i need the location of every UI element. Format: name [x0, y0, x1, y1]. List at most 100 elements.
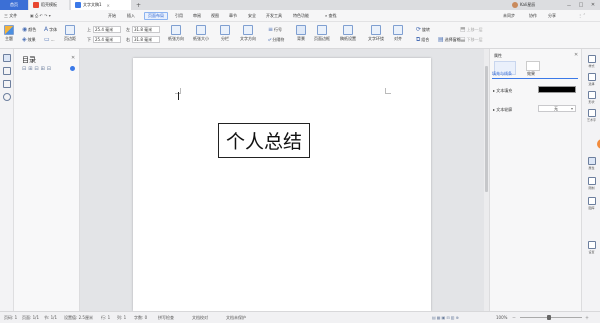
toc-tools[interactable]: ⊟⊞⊟⊞⊟	[22, 66, 53, 72]
settings-tool[interactable]: 设置	[586, 241, 597, 254]
user-name[interactable]: Kali星辰	[520, 2, 535, 8]
menu-reference[interactable]: 引用	[175, 12, 183, 20]
margin-left-input[interactable]: 31.8 毫米	[132, 26, 160, 33]
zoom-out-button[interactable]: －	[512, 315, 516, 321]
wordart-tool[interactable]: 艺术字	[586, 109, 597, 122]
file-menu[interactable]: 三 文件	[4, 12, 17, 20]
status-row: 行: 1	[101, 315, 111, 320]
collab-button[interactable]: 协作	[529, 12, 537, 20]
text-wrap-button[interactable]: 文字环绕	[368, 25, 384, 42]
font-label: 字体	[49, 26, 58, 32]
menu-features[interactable]: 特色功能	[293, 12, 309, 20]
background-icon	[296, 25, 306, 35]
page-nav-icon[interactable]	[3, 80, 11, 88]
tab-effect[interactable]	[526, 61, 540, 71]
title-bar: 首页 稻壳模板 文字文稿1 ✕ + Kali星辰 － □ ✕	[0, 0, 600, 10]
home-tab-label: 首页	[10, 2, 18, 7]
effect-button[interactable]: ◈ 效果	[22, 36, 36, 43]
sync-status[interactable]: 未同步	[503, 12, 515, 20]
more-icon[interactable]: ⋮ ˄	[578, 12, 585, 20]
extra-button[interactable]: ▭…	[44, 36, 55, 43]
maximize-button[interactable]: □	[576, 0, 586, 10]
bring-forward-button[interactable]: ⬒ 上移一层	[460, 26, 483, 33]
status-col: 列: 1	[117, 315, 127, 320]
text-fill-color[interactable]	[538, 86, 576, 93]
theme-button[interactable]: 主题	[4, 25, 14, 42]
search-button[interactable]: ⌕ 查找	[325, 12, 337, 20]
tab-home[interactable]: 首页	[0, 0, 28, 10]
share-button[interactable]: 分享	[548, 12, 556, 20]
minimize-button[interactable]: －	[564, 0, 574, 10]
view-mode-icons[interactable]: ▤▦▣⊟▥⊕	[432, 315, 460, 320]
save-quick[interactable]: ▣ ⎙ ↶ ↷ ▾	[30, 12, 51, 20]
tab-docer-template[interactable]: 稻壳模板	[29, 0, 69, 10]
zoom-level[interactable]: 100%	[496, 315, 507, 320]
menu-chapter[interactable]: 章节	[229, 12, 237, 20]
menu-insert[interactable]: 插入	[127, 12, 135, 20]
margin-right-input[interactable]: 31.8 毫米	[132, 36, 160, 43]
menu-start[interactable]: 开始	[108, 12, 116, 20]
text-cursor	[178, 92, 179, 100]
tab-document[interactable]: 文字文稿1 ✕	[71, 0, 131, 10]
shape-tool[interactable]: 形状	[586, 91, 597, 104]
toc-settings-icon[interactable]	[70, 66, 75, 71]
line-numbers-button[interactable]: ≡ 行号	[268, 26, 282, 33]
font-theme-button[interactable]: A 字体	[44, 26, 57, 33]
manuscript-button[interactable]: 稿纸设置	[340, 25, 356, 42]
select-tool[interactable]: 选择	[586, 73, 597, 86]
zoom-in-button[interactable]: ＋	[585, 315, 589, 321]
margin-top-input[interactable]: 25.4 毫米	[93, 26, 121, 33]
paper-size-button[interactable]: 纸张大小	[193, 25, 209, 42]
props-close-icon[interactable]: ✕	[574, 52, 578, 58]
status-protect[interactable]: 文档未保护	[226, 315, 246, 321]
text-outline-section[interactable]: ▸ 文本轮廓	[493, 107, 512, 113]
status-page-num: 页码: 1	[4, 315, 18, 320]
columns-icon	[220, 25, 230, 35]
scrollbar-thumb[interactable]	[485, 66, 488, 192]
margins-button[interactable]: 页边距	[64, 25, 76, 42]
bookmark-nav-icon[interactable]	[3, 67, 11, 75]
status-words[interactable]: 字数: 0	[134, 315, 147, 321]
close-tab-icon[interactable]: ✕	[107, 3, 110, 8]
property-tool[interactable]: 属性	[586, 157, 597, 170]
menu-security[interactable]: 安全	[248, 12, 256, 20]
toc-close-icon[interactable]: ✕	[71, 55, 75, 61]
style-tool[interactable]: 样式	[586, 55, 597, 68]
new-tab-button[interactable]: +	[132, 0, 142, 10]
text-fill-section[interactable]: ▸ 文本填充	[493, 88, 512, 94]
menu-review[interactable]: 审阅	[193, 12, 201, 20]
gallery-tool[interactable]: 图库	[586, 197, 597, 210]
text-wrap-label: 文字环绕	[368, 36, 384, 41]
palette-icon: ◉	[22, 26, 28, 33]
restrict-tool[interactable]: 限制	[586, 177, 597, 190]
text-outline-select[interactable]: 无 ▾	[538, 105, 576, 112]
rotate-button[interactable]: ⟳ 旋转	[416, 26, 430, 33]
columns-button[interactable]: 分栏	[220, 25, 230, 42]
send-backward-button[interactable]: ⬓ 下移一层	[460, 36, 483, 43]
selection-pane-button[interactable]: ▤ 选择窗格	[438, 36, 461, 43]
status-spellcheck[interactable]: 拼写检查	[158, 315, 174, 321]
document-page[interactable]: 个人总结	[133, 58, 431, 311]
page-border-button[interactable]: 页面边框	[314, 25, 330, 42]
menu-dev-tools[interactable]: 开发工具	[266, 12, 282, 20]
zoom-slider-track[interactable]	[520, 317, 582, 318]
status-page[interactable]: 页面: 1/1	[22, 315, 39, 321]
margin-bottom-input[interactable]: 25.4 毫米	[93, 36, 121, 43]
color-button[interactable]: ◉ 颜色	[22, 26, 36, 33]
avatar[interactable]	[512, 2, 518, 8]
toc-nav-icon[interactable]	[3, 54, 11, 62]
breaks-button[interactable]: ⤶ 分隔符	[268, 36, 284, 43]
menu-page-layout[interactable]: 页面布局	[144, 12, 168, 20]
orientation-button[interactable]: 纸张方向	[168, 25, 184, 42]
text-direction-button[interactable]: 文字方向	[240, 25, 256, 42]
document-heading[interactable]: 个人总结	[218, 123, 310, 158]
align-button[interactable]: 对齐	[393, 25, 403, 42]
properties-panel: 属性 ✕ 填充与线条 效果 ▸ 文本填充 ▸ 文本轮廓 无 ▾	[489, 49, 581, 311]
menu-view[interactable]: 视图	[211, 12, 219, 20]
zoom-slider-thumb[interactable]	[547, 315, 551, 320]
group-button[interactable]: ⧉ 组合	[416, 36, 429, 43]
status-proofread[interactable]: 文档校对	[192, 315, 208, 321]
background-button[interactable]: 背景	[296, 25, 306, 42]
find-nav-icon[interactable]	[3, 93, 11, 101]
close-window-button[interactable]: ✕	[588, 0, 598, 10]
